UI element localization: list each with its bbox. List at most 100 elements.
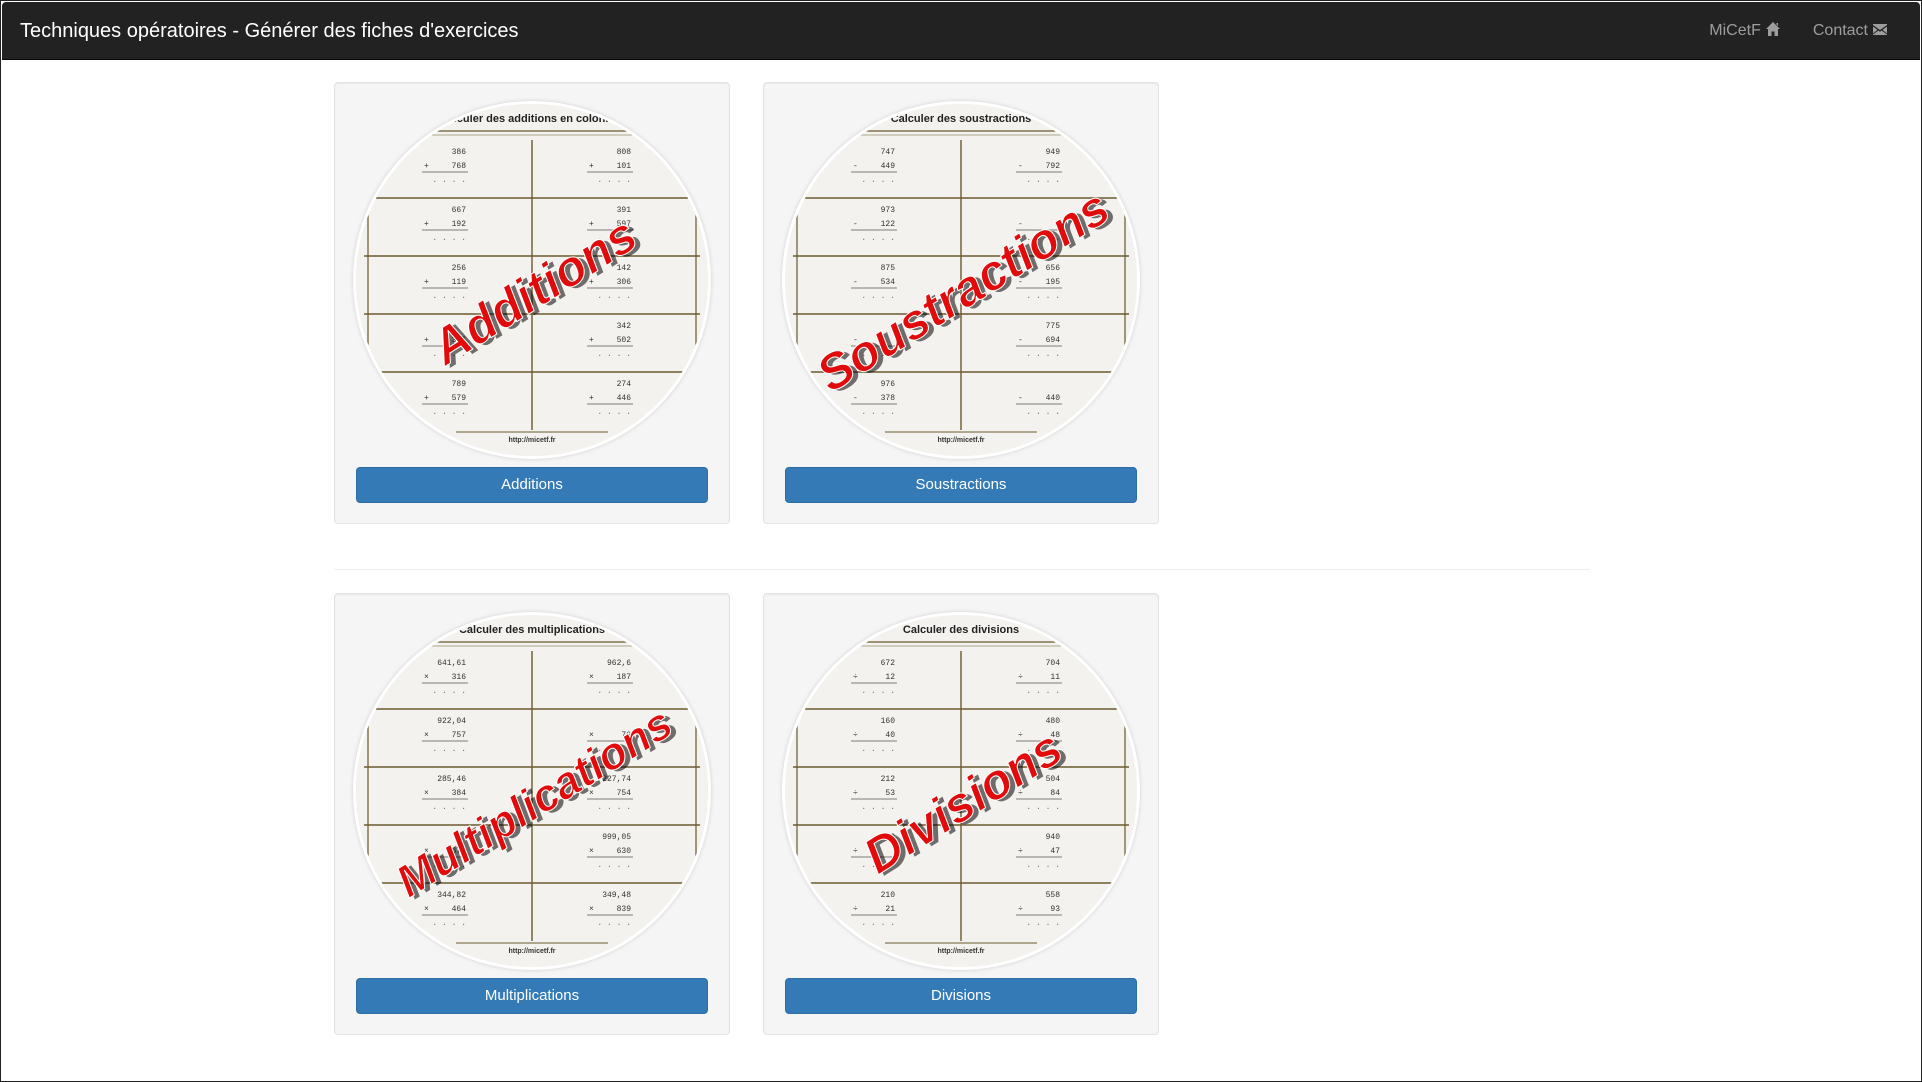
nav-link-label: MiCetF — [1709, 22, 1761, 39]
answer-dots: . . . . — [1026, 803, 1060, 812]
answer-dots: . . . . — [597, 687, 631, 696]
multiplications-button[interactable]: Multiplications — [356, 978, 708, 1014]
operand: 40 — [885, 731, 895, 740]
operand: 792 — [1046, 162, 1061, 171]
operator: × — [589, 847, 594, 856]
operand: 349,48 — [602, 891, 631, 900]
operator: + — [424, 278, 429, 287]
answer-dots: . . . . — [597, 350, 631, 359]
operand: 122 — [881, 220, 896, 229]
operator: × — [424, 905, 429, 914]
answer-dots: . . . . — [861, 745, 895, 754]
sheet-title: Calculer des soustractions — [891, 113, 1032, 125]
answer-dots: . . . . — [597, 292, 631, 301]
sheet-title: Calculer des multiplications — [459, 624, 605, 636]
operator: + — [589, 394, 594, 403]
operator: - — [1018, 394, 1023, 403]
operand: 534 — [881, 278, 896, 287]
operand: 378 — [881, 394, 896, 403]
divisions-button[interactable]: Divisions — [785, 978, 1137, 1014]
answer-dots: . . . . — [432, 234, 466, 243]
additions-button[interactable]: Additions — [356, 467, 708, 503]
thumbnail-multiplications[interactable]: Calculer des multiplications 641,61 316 ×. … — [356, 615, 708, 967]
answer-dots: . . . . — [432, 408, 466, 417]
nav-link-micetf[interactable]: MiCetF — [1709, 21, 1781, 42]
answer-dots: . . . . — [432, 292, 466, 301]
operator: ÷ — [853, 789, 858, 798]
sheet-footer-url: http://micetf.fr — [508, 437, 555, 444]
section-divider — [334, 569, 1590, 570]
card-additions: Calculer des additions en colonnes 386 768… — [334, 82, 730, 524]
operand: 747 — [881, 148, 896, 157]
answer-dots: . . . . — [597, 861, 631, 870]
operand: 187 — [617, 673, 632, 682]
operator: - — [1018, 336, 1023, 345]
navbar-links: MiCetF Contact — [1709, 2, 1920, 60]
operand: 949 — [1046, 148, 1061, 157]
operand: 274 — [617, 380, 632, 389]
operator: + — [424, 162, 429, 171]
operand: 754 — [617, 789, 632, 798]
home-icon — [1765, 21, 1781, 42]
answer-dots: . . . . — [597, 803, 631, 812]
operand: 12 — [885, 673, 895, 682]
thumbnail-additions[interactable]: Calculer des additions en colonnes 386 768… — [356, 104, 708, 456]
operand: 808 — [617, 148, 632, 157]
operand: 84 — [1050, 789, 1060, 798]
thumbnail-soustractions[interactable]: Calculer des soustractions 747 449-. . . .… — [785, 104, 1137, 456]
answer-dots: . . . . — [1026, 408, 1060, 417]
operand: 922,04 — [437, 717, 466, 726]
operand: 464 — [452, 905, 467, 914]
envelope-icon — [1872, 21, 1888, 42]
operand: 11 — [1050, 673, 1060, 682]
operand: 256 — [452, 264, 467, 273]
operand: 999,05 — [602, 833, 631, 842]
operand: 386 — [452, 148, 467, 157]
operand: 285,46 — [437, 775, 466, 784]
soustractions-button[interactable]: Soustractions — [785, 467, 1137, 503]
operator: × — [424, 673, 429, 682]
operand: 694 — [1046, 336, 1061, 345]
operand: 630 — [617, 847, 632, 856]
thumbnail-divisions[interactable]: Calculer des divisions 672 12 ÷. . . . 704 11… — [785, 615, 1137, 967]
operator: + — [589, 162, 594, 171]
operator: - — [1018, 162, 1023, 171]
card-soustractions: Calculer des soustractions 747 449-. . . .… — [763, 82, 1159, 524]
operand: 47 — [1050, 847, 1060, 856]
operand: 195 — [1046, 278, 1061, 287]
answer-dots: . . . . — [1026, 687, 1060, 696]
operand: 789 — [452, 380, 467, 389]
answer-dots: . . . . — [861, 176, 895, 185]
answer-dots: . . . . — [861, 919, 895, 928]
operand: 768 — [452, 162, 467, 171]
answer-dots: . . . . — [432, 919, 466, 928]
operator: ÷ — [853, 673, 858, 682]
operand: 667 — [452, 206, 467, 215]
nav-link-contact[interactable]: Contact — [1813, 21, 1888, 42]
answer-dots: . . . . — [597, 176, 631, 185]
operand: 119 — [452, 278, 467, 287]
operand: 21 — [885, 905, 895, 914]
operand: 704 — [1046, 659, 1061, 668]
navbar-brand[interactable]: Techniques opératoires - Générer des fic… — [20, 20, 519, 43]
operand: 316 — [452, 673, 467, 682]
operand: 101 — [617, 162, 632, 171]
operand: 306 — [617, 278, 632, 287]
answer-dots: . . . . — [1026, 350, 1060, 359]
sheet-footer-url: http://micetf.fr — [937, 948, 984, 955]
sheet-title: Calculer des additions en colonnes — [440, 113, 625, 125]
operator: + — [424, 220, 429, 229]
navbar: Techniques opératoires - Générer des fic… — [2, 2, 1920, 60]
answer-dots: . . . . — [861, 803, 895, 812]
operand: 757 — [452, 731, 467, 740]
answer-dots: . . . . — [1026, 292, 1060, 301]
operator: × — [589, 905, 594, 914]
operand: 210 — [881, 891, 896, 900]
operator: ÷ — [1018, 673, 1023, 682]
answer-dots: . . . . — [597, 408, 631, 417]
operand: 212 — [881, 775, 896, 784]
card-multiplications: Calculer des multiplications 641,61 316 ×. … — [334, 593, 730, 1035]
answer-dots: . . . . — [597, 919, 631, 928]
operand: 192 — [452, 220, 467, 229]
operand: 384 — [452, 789, 467, 798]
